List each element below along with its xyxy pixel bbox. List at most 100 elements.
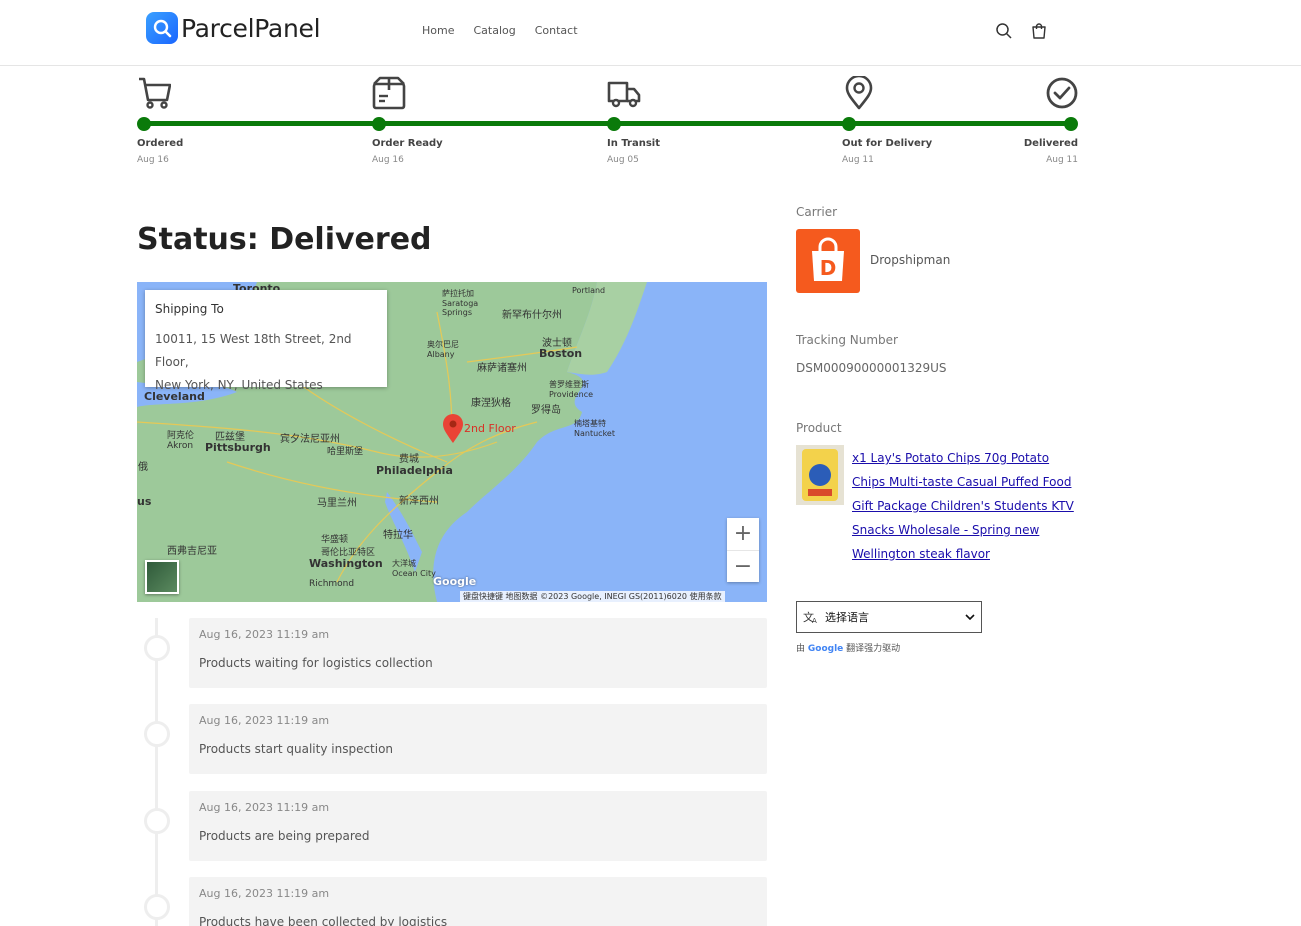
truck-icon	[607, 76, 641, 110]
timeline-item: Aug 16, 2023 11:19 am Products have been…	[137, 877, 767, 926]
map-label-washington: Washington	[309, 557, 383, 570]
brand-name: ParcelPanel	[181, 13, 321, 43]
cart-icon	[137, 76, 172, 110]
timeline-event: Aug 16, 2023 11:19 am Products have been…	[189, 877, 767, 926]
shipment-progress: Ordered Aug 16 Order Ready Aug 16 In Tra…	[137, 74, 1079, 176]
map-label-philadelphia: Philadelphia	[376, 464, 453, 477]
tracking-number-label: Tracking Number	[796, 333, 898, 347]
nav-catalog[interactable]: Catalog	[473, 24, 515, 37]
language-select-value: 选择语言	[825, 611, 869, 624]
timeline-event: Aug 16, 2023 11:19 am Products waiting f…	[189, 618, 767, 688]
google-logo: Google	[433, 575, 477, 588]
map-label-rhodeisland: 罗得岛	[531, 405, 561, 416]
package-icon	[372, 76, 406, 110]
chevron-down-icon	[965, 614, 975, 620]
shipping-address-line2: New York, NY, United States	[155, 378, 323, 392]
language-select[interactable]: 文A 选择语言	[796, 601, 982, 633]
step-date-delivered: Aug 11	[1046, 155, 1078, 165]
nav-home[interactable]: Home	[422, 24, 454, 37]
carrier-logo-letter: D	[820, 256, 837, 280]
step-label-order-ready: Order Ready	[372, 138, 443, 149]
main-nav: Home Catalog Contact	[422, 24, 578, 37]
timeline-node	[144, 721, 170, 747]
pin-icon	[842, 74, 876, 110]
product-label: Product	[796, 421, 842, 435]
timeline-node	[144, 635, 170, 661]
svg-text:A: A	[812, 617, 817, 624]
event-description: Products waiting for logistics collectio…	[199, 656, 433, 670]
product-link[interactable]: x1 Lay's Potato Chips 70g Potato Chips M…	[852, 446, 1080, 566]
step-dot-ordered	[137, 117, 151, 131]
shipping-to-title: Shipping To	[155, 302, 224, 316]
map-label-saratoga: 萨拉托加 Saratoga Springs	[442, 289, 479, 317]
map-label-providence: 普罗维登斯 Providence	[549, 380, 594, 399]
map-label-albany: 奥尔巴尼 Albany	[427, 340, 459, 359]
brand-logo[interactable]: ParcelPanel	[146, 12, 321, 44]
map-label-philadelphia-cn: 费城	[399, 454, 419, 465]
event-description: Products have been collected by logistic…	[199, 915, 448, 926]
shipping-address: 10011, 15 West 18th Street, 2nd Floor, N…	[155, 328, 377, 397]
map-marker-label: 2nd Floor	[464, 422, 516, 435]
map-label-nantucket: 楠塔基特 Nantucket	[574, 419, 615, 438]
event-time: Aug 16, 2023 11:19 am	[199, 801, 330, 814]
tracking-number: DSM00090000001329US	[796, 361, 947, 375]
map-label-westvirginia: 西弗吉尼亚	[167, 546, 217, 557]
map-label-harrisburg: 哈里斯堡	[327, 447, 364, 457]
map-label-richmond: Richmond	[309, 579, 355, 589]
step-date-order-ready: Aug 16	[372, 155, 404, 165]
search-icon[interactable]	[994, 21, 1014, 41]
timeline-item: Aug 16, 2023 11:19 am Products start qua…	[137, 704, 767, 774]
page-title: Status: Delivered	[137, 222, 432, 257]
powered-by-google-translate: 由 Google 翻译强力驱动	[796, 641, 900, 654]
translate-icon: 文A	[803, 610, 817, 624]
zoom-in-button[interactable]: +	[727, 518, 759, 550]
parcelpanel-logo-icon	[146, 12, 178, 44]
carrier-logo: D	[796, 229, 860, 293]
map-label-delaware: 特拉华	[383, 530, 413, 541]
step-label-out-for-delivery: Out for Delivery	[842, 138, 933, 149]
timeline-event: Aug 16, 2023 11:19 am Products are being…	[189, 791, 767, 861]
map-label-massachusetts: 麻萨诸塞州	[477, 363, 527, 374]
cart-icon[interactable]	[1029, 21, 1049, 41]
map-label-connecticut: 康涅狄格	[471, 398, 511, 409]
map-label-boston: Boston	[539, 347, 583, 360]
event-time: Aug 16, 2023 11:19 am	[199, 887, 330, 900]
timeline-event: Aug 16, 2023 11:19 am Products start qua…	[189, 704, 767, 774]
event-time: Aug 16, 2023 11:19 am	[199, 714, 330, 727]
event-description: Products are being prepared	[199, 829, 370, 843]
zoom-out-button[interactable]: −	[727, 551, 759, 582]
step-dot-order-ready	[372, 117, 386, 131]
step-label-ordered: Ordered	[137, 138, 184, 149]
nav-contact[interactable]: Contact	[535, 24, 578, 37]
shipping-to-card: Shipping To 10011, 15 West 18th Street, …	[145, 290, 387, 392]
powered-prefix: 由	[796, 644, 806, 654]
shipping-address-line1: 10011, 15 West 18th Street, 2nd Floor,	[155, 332, 352, 369]
timeline-item: Aug 16, 2023 11:19 am Products waiting f…	[137, 618, 767, 688]
step-dot-out-for-delivery	[842, 117, 856, 131]
event-description: Products start quality inspection	[199, 742, 394, 756]
map-footer[interactable]: 键盘快捷键 地图数据 ©2023 Google, INEGI GS(2011)6…	[460, 591, 725, 602]
step-dot-in-transit	[607, 117, 621, 131]
map-label-portland: Portland	[572, 286, 606, 295]
map-label-oceancity: 大洋城 Ocean City	[392, 559, 436, 578]
map-label-maryland: 马里兰州	[317, 498, 357, 509]
map-label-us: us	[137, 495, 152, 508]
product-thumbnail[interactable]	[796, 445, 844, 505]
google-translate-logo[interactable]: Google	[808, 644, 843, 654]
check-circle-icon	[1045, 76, 1079, 110]
timeline-node	[144, 894, 170, 920]
powered-suffix: 翻译强力驱动	[846, 644, 901, 654]
timeline-item: Aug 16, 2023 11:19 am Products are being…	[137, 791, 767, 861]
site-header: ParcelPanel Home Catalog Contact	[0, 0, 1301, 66]
map-type-toggle[interactable]	[145, 560, 179, 594]
delivery-map[interactable]: Toronto Cleveland 阿克伦 Akron 匹兹堡 Pittsburg…	[137, 282, 767, 602]
step-dot-delivered	[1064, 117, 1078, 131]
event-time: Aug 16, 2023 11:19 am	[199, 628, 330, 641]
map-label-pennsylvania: 宾夕法尼亚州	[280, 434, 340, 445]
map-label-washington-cn: 华盛顿 哥伦比亚特区	[321, 535, 376, 558]
map-marker-pin-icon[interactable]	[442, 414, 464, 448]
timeline-node	[144, 808, 170, 834]
map-label-newhampshire: 新罕布什尔州	[502, 310, 562, 321]
map-label-ohio: 俄	[138, 462, 148, 473]
step-date-in-transit: Aug 05	[607, 155, 639, 165]
